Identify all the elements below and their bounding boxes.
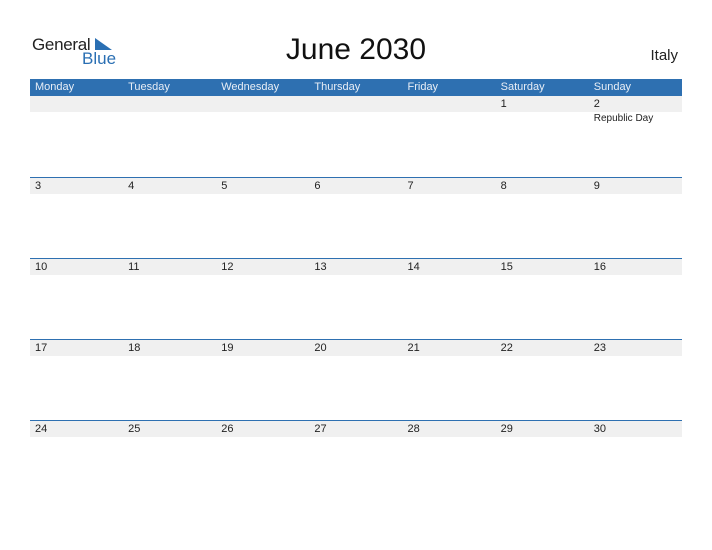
day-number: 26 bbox=[221, 423, 234, 435]
day-cell[interactable]: 16 bbox=[589, 259, 682, 275]
day-number: 19 bbox=[221, 342, 234, 354]
day-number: 20 bbox=[314, 342, 327, 354]
day-cell[interactable] bbox=[403, 96, 496, 126]
week-cells: 3 4 5 6 7 8 9 bbox=[30, 178, 682, 194]
day-number: 5 bbox=[221, 180, 228, 192]
day-cell[interactable]: 19 bbox=[216, 340, 309, 356]
day-cell[interactable]: 13 bbox=[309, 259, 402, 275]
day-cell[interactable]: 29 bbox=[496, 421, 589, 437]
weekday-wednesday: Wednesday bbox=[221, 81, 280, 93]
day-cell[interactable]: 6 bbox=[309, 178, 402, 194]
day-number: 25 bbox=[128, 423, 141, 435]
weekday-thursday: Thursday bbox=[314, 81, 361, 93]
day-number: 23 bbox=[593, 342, 606, 354]
day-cell[interactable]: 24 bbox=[30, 421, 123, 437]
day-cell[interactable] bbox=[216, 96, 309, 126]
week-row: 10 11 12 13 14 15 16 bbox=[30, 258, 682, 339]
day-cell[interactable]: 10 bbox=[30, 259, 123, 275]
day-cell[interactable]: 21 bbox=[403, 340, 496, 356]
day-cell[interactable] bbox=[123, 96, 216, 126]
day-number: 8 bbox=[500, 180, 507, 192]
day-cell[interactable]: 18 bbox=[123, 340, 216, 356]
week-row: 3 4 5 6 7 8 9 bbox=[30, 177, 682, 258]
day-number bbox=[35, 96, 123, 112]
week-row: 17 18 19 20 21 22 23 bbox=[30, 339, 682, 420]
calendar-title: June 2030 bbox=[285, 33, 427, 66]
holiday-event: Republic Day bbox=[593, 113, 654, 124]
day-number: 7 bbox=[407, 180, 414, 192]
day-number: 22 bbox=[500, 342, 513, 354]
calendar-grid: Monday Tuesday Wednesday Thursday Friday… bbox=[30, 79, 682, 501]
day-number: 30 bbox=[593, 423, 606, 435]
day-number: 15 bbox=[500, 261, 513, 273]
day-cell[interactable]: 1 bbox=[496, 96, 589, 126]
day-number: 2 bbox=[593, 98, 600, 110]
day-cell[interactable]: 8 bbox=[496, 178, 589, 194]
day-cell[interactable]: 20 bbox=[309, 340, 402, 356]
day-cell[interactable]: 30 bbox=[589, 421, 682, 437]
day-cell[interactable]: 25 bbox=[123, 421, 216, 437]
day-number: 1 bbox=[500, 98, 507, 110]
day-cell[interactable]: 14 bbox=[403, 259, 496, 275]
day-cell[interactable]: 12 bbox=[216, 259, 309, 275]
day-number bbox=[221, 96, 309, 112]
weeks-container: 1 2 Republic Day 3 4 5 6 7 8 9 10 11 12 13 14 15 16 17 18 1… bbox=[30, 96, 682, 501]
day-number: 12 bbox=[221, 261, 234, 273]
day-number: 9 bbox=[593, 180, 600, 192]
week-row: 1 2 Republic Day bbox=[30, 96, 682, 177]
day-number bbox=[314, 96, 402, 112]
day-number: 27 bbox=[314, 423, 327, 435]
day-cell[interactable] bbox=[309, 96, 402, 126]
weekday-friday: Friday bbox=[407, 81, 439, 93]
day-number: 16 bbox=[593, 261, 606, 273]
day-number: 4 bbox=[128, 180, 135, 192]
day-cell[interactable]: 17 bbox=[30, 340, 123, 356]
week-cells: 1 2 Republic Day bbox=[30, 96, 682, 126]
day-cell[interactable]: 27 bbox=[309, 421, 402, 437]
day-cell[interactable]: 11 bbox=[123, 259, 216, 275]
day-cell[interactable]: 23 bbox=[589, 340, 682, 356]
day-cell[interactable]: 2 Republic Day bbox=[589, 96, 682, 126]
day-number: 18 bbox=[128, 342, 141, 354]
day-cell[interactable]: 3 bbox=[30, 178, 123, 194]
week-row: 24 25 26 27 28 29 30 bbox=[30, 420, 682, 501]
weekday-sunday: Sunday bbox=[593, 81, 632, 93]
day-cell[interactable]: 7 bbox=[403, 178, 496, 194]
day-cell[interactable]: 4 bbox=[123, 178, 216, 194]
day-number: 6 bbox=[314, 180, 321, 192]
weekday-tuesday: Tuesday bbox=[128, 81, 170, 93]
day-number: 3 bbox=[35, 180, 42, 192]
day-number: 24 bbox=[35, 423, 48, 435]
day-cell[interactable]: 28 bbox=[403, 421, 496, 437]
week-cells: 24 25 26 27 28 29 30 bbox=[30, 421, 682, 437]
day-number: 14 bbox=[407, 261, 420, 273]
week-cells: 17 18 19 20 21 22 23 bbox=[30, 340, 682, 356]
day-number: 10 bbox=[35, 261, 48, 273]
day-cell[interactable]: 22 bbox=[496, 340, 589, 356]
day-number: 21 bbox=[407, 342, 420, 354]
day-number: 29 bbox=[500, 423, 513, 435]
country-label: Italy bbox=[650, 47, 678, 64]
day-number bbox=[128, 96, 216, 112]
day-cell[interactable]: 5 bbox=[216, 178, 309, 194]
day-cell[interactable]: 9 bbox=[589, 178, 682, 194]
weekday-saturday: Saturday bbox=[500, 81, 545, 93]
weekday-monday: Monday bbox=[35, 81, 75, 93]
day-number bbox=[408, 96, 496, 112]
day-cell[interactable]: 26 bbox=[216, 421, 309, 437]
day-number: 17 bbox=[35, 342, 48, 354]
weekday-header: Monday Tuesday Wednesday Thursday Friday… bbox=[30, 79, 682, 96]
day-cell[interactable]: 15 bbox=[496, 259, 589, 275]
day-number: 11 bbox=[128, 261, 140, 273]
day-number: 13 bbox=[314, 261, 327, 273]
day-number: 28 bbox=[407, 423, 420, 435]
day-cell[interactable] bbox=[30, 96, 123, 126]
week-cells: 10 11 12 13 14 15 16 bbox=[30, 259, 682, 275]
